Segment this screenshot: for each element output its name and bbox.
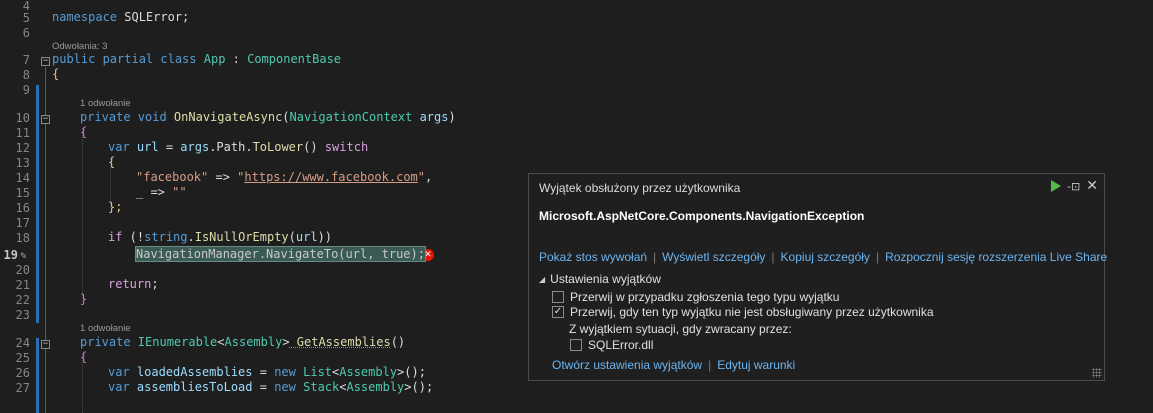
action-links: Pokaż stos wywołań | Wyświetl szczegóły … <box>539 250 1107 264</box>
references-lens[interactable]: 1 odwołanie <box>80 323 131 334</box>
indent-guide <box>82 128 83 300</box>
fold-toggle-icon[interactable]: − <box>41 340 50 349</box>
line-number: 20 <box>15 263 30 277</box>
option-module-sqlerror[interactable]: SQLError.dll <box>570 338 653 352</box>
code-line-22: } <box>80 292 88 306</box>
line-number: 6 <box>22 26 30 40</box>
line-number: 22 <box>15 293 30 307</box>
line-number: 9 <box>22 83 30 97</box>
code-line-24: private IEnumerable<Assembly> GetAssembl… <box>80 335 406 349</box>
live-share-link[interactable]: Rozpocznij sesję rozszerzenia Live Share <box>885 250 1107 264</box>
line-number: 25 <box>15 351 30 365</box>
line-number: 18 <box>15 231 30 245</box>
open-exception-settings-link[interactable]: Otwórz ustawienia wyjątków <box>552 358 702 372</box>
line-number: 13 <box>15 156 30 170</box>
line-number: 8 <box>22 68 30 82</box>
option-break-when-thrown[interactable]: Przerwij w przypadku zgłoszenia tego typ… <box>552 290 839 304</box>
code-line-21: return; <box>108 277 159 291</box>
option-label: SQLError.dll <box>588 338 654 352</box>
show-call-stack-link[interactable]: Pokaż stos wywołań <box>539 250 647 264</box>
line-number: 24 <box>15 336 30 350</box>
line-number: 5 <box>22 11 30 25</box>
resize-grip-icon[interactable] <box>1092 368 1102 378</box>
pin-icon[interactable]: -⊡ <box>1067 180 1080 193</box>
view-details-link[interactable]: Wyświetl szczegóły <box>662 250 765 264</box>
line-number: 27 <box>15 381 30 395</box>
code-line-14: "facebook" => "https://www.facebook.com"… <box>136 170 433 184</box>
except-when-label: Z wyjątkiem sytuacji, gdy zwracany przez… <box>569 322 792 336</box>
code-line-25: { <box>80 350 88 364</box>
code-line-13: { <box>108 155 116 169</box>
code-line-5: namespace SQLError; <box>52 10 190 24</box>
section-label: Ustawienia wyjątków <box>550 272 661 286</box>
code-line-18: if (!string.IsNullOrEmpty(url)) <box>108 230 333 244</box>
line-number-current: 19 <box>3 248 18 262</box>
line-number: 16 <box>15 201 30 215</box>
separator: | <box>771 250 775 264</box>
continue-play-icon[interactable] <box>1051 180 1062 192</box>
checkbox-unchecked[interactable] <box>552 291 564 303</box>
exception-settings-section[interactable]: ◢ Ustawienia wyjątków <box>539 272 661 286</box>
code-line-15: _ => "" <box>136 185 187 199</box>
code-line-7: public partial class App : ComponentBase <box>52 52 342 66</box>
code-line-12: var url = args.Path.ToLower() switch <box>108 140 369 154</box>
checkbox-unchecked[interactable] <box>570 339 582 351</box>
separator: | <box>708 358 712 372</box>
code-line-26: var loadedAssemblies = new List<Assembly… <box>108 365 426 379</box>
option-break-when-unhandled[interactable]: ✓ Przerwij, gdy ten typ wyjątku nie jest… <box>552 305 934 319</box>
line-number: 11 <box>15 126 30 140</box>
line-number: 21 <box>15 278 30 292</box>
popup-title: Wyjątek obsłużony przez użytkownika <box>539 181 741 195</box>
change-bar <box>36 85 39 323</box>
edit-pencil-icon: ✎ <box>20 249 27 262</box>
code-line-11: { <box>80 125 88 139</box>
code-line-16: }; <box>108 200 123 214</box>
line-number: 12 <box>15 141 30 155</box>
separator: | <box>875 250 880 264</box>
line-number: 23 <box>15 308 30 322</box>
change-bar <box>36 338 39 413</box>
code-line-19: NavigationManager.NavigateTo(url, true); <box>135 246 426 262</box>
line-number: 14 <box>15 171 30 185</box>
url-link[interactable]: https://www.facebook.com <box>244 170 417 184</box>
checkbox-checked[interactable]: ✓ <box>552 306 564 318</box>
bottom-links: Otwórz ustawienia wyjątków | Edytuj waru… <box>552 358 795 372</box>
option-label: Przerwij w przypadku zgłoszenia tego typ… <box>570 290 840 304</box>
exception-type: Microsoft.AspNetCore.Components.Navigati… <box>539 209 865 223</box>
copy-details-link[interactable]: Kopiuj szczegóły <box>781 250 870 264</box>
close-icon[interactable]: ✕ <box>1086 178 1098 194</box>
separator: | <box>653 250 657 264</box>
references-lens[interactable]: Odwołania: 3 <box>52 41 107 52</box>
code-line-27: var assembliesToLoad = new Stack<Assembl… <box>108 380 434 394</box>
exception-helper-popup: Wyjątek obsłużony przez użytkownika -⊡ ✕… <box>528 173 1107 381</box>
line-number: 7 <box>22 53 30 67</box>
line-number: 10 <box>15 111 30 125</box>
references-lens[interactable]: 1 odwołanie <box>80 98 131 109</box>
fold-toggle-icon[interactable]: − <box>41 57 50 66</box>
current-statement-highlight: NavigationManager.NavigateTo(url, true); <box>135 246 426 262</box>
collapse-triangle-icon[interactable]: ◢ <box>539 275 545 284</box>
line-number: 17 <box>15 216 30 230</box>
option-label: Przerwij, gdy ten typ wyjątku nie jest o… <box>570 305 934 319</box>
line-number: 15 <box>15 186 30 200</box>
code-line-10: private void OnNavigateAsync(NavigationC… <box>80 110 456 124</box>
line-number: 26 <box>15 366 30 380</box>
code-line-8: { <box>52 67 60 81</box>
fold-toggle-icon[interactable]: − <box>41 115 50 124</box>
popup-controls: -⊡ ✕ <box>1051 178 1098 194</box>
edit-conditions-link[interactable]: Edytuj warunki <box>717 358 795 372</box>
